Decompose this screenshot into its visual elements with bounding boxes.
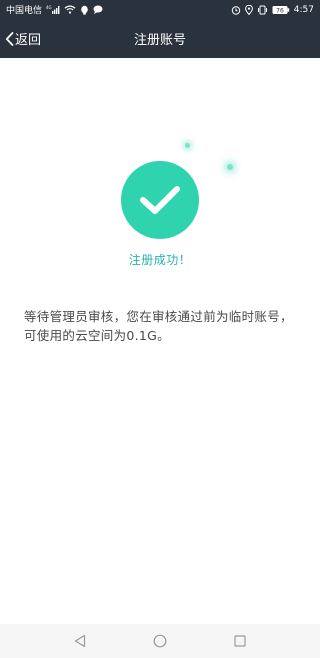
- vibrate-icon: [257, 5, 268, 15]
- alarm-icon: [231, 5, 241, 15]
- system-navigation-bar: [0, 624, 320, 658]
- carrier-label: 中国电信: [6, 6, 43, 16]
- svg-text:4G: 4G: [46, 5, 52, 10]
- location-icon: [244, 4, 253, 15]
- page-title: 注册账号: [133, 33, 186, 48]
- back-label: 返回: [15, 33, 42, 48]
- battery-icon: 76: [272, 5, 290, 15]
- chat-icon: [93, 5, 103, 14]
- status-bar-right: 76 4:57: [231, 4, 314, 15]
- nav-recents-button[interactable]: [225, 626, 255, 656]
- success-message: 注册成功！: [128, 253, 192, 267]
- back-button[interactable]: 返回: [4, 19, 41, 58]
- nav-back-button[interactable]: [65, 626, 95, 656]
- svg-text:76: 76: [276, 7, 284, 14]
- clock: 4:57: [293, 4, 314, 15]
- review-description: 等待管理员审核，您在审核通过前为临时账号，可使用的云空间为0.1G。: [24, 309, 293, 343]
- checkmark-icon: [140, 186, 180, 214]
- sparkle-decoration: [227, 164, 233, 170]
- notification-icon: [80, 5, 89, 15]
- screen: 中国电信 4G 76 4:57 注册账号 返回 注册成功！ 等待管理员审核，您在…: [0, 0, 320, 658]
- nav-bar: 注册账号 返回: [0, 19, 320, 58]
- success-badge: [121, 161, 199, 239]
- back-triangle-icon: [74, 634, 86, 648]
- sparkle-decoration: [185, 143, 190, 148]
- recents-square-icon: [234, 635, 246, 647]
- signal-icon: 4G: [46, 5, 60, 14]
- nav-home-button[interactable]: [145, 626, 175, 656]
- status-bar: 中国电信 4G 76 4:57: [0, 0, 320, 19]
- home-circle-icon: [153, 634, 167, 648]
- status-bar-left: 中国电信 4G: [6, 3, 103, 16]
- chevron-left-icon: [4, 31, 14, 46]
- wifi-icon: [64, 5, 76, 14]
